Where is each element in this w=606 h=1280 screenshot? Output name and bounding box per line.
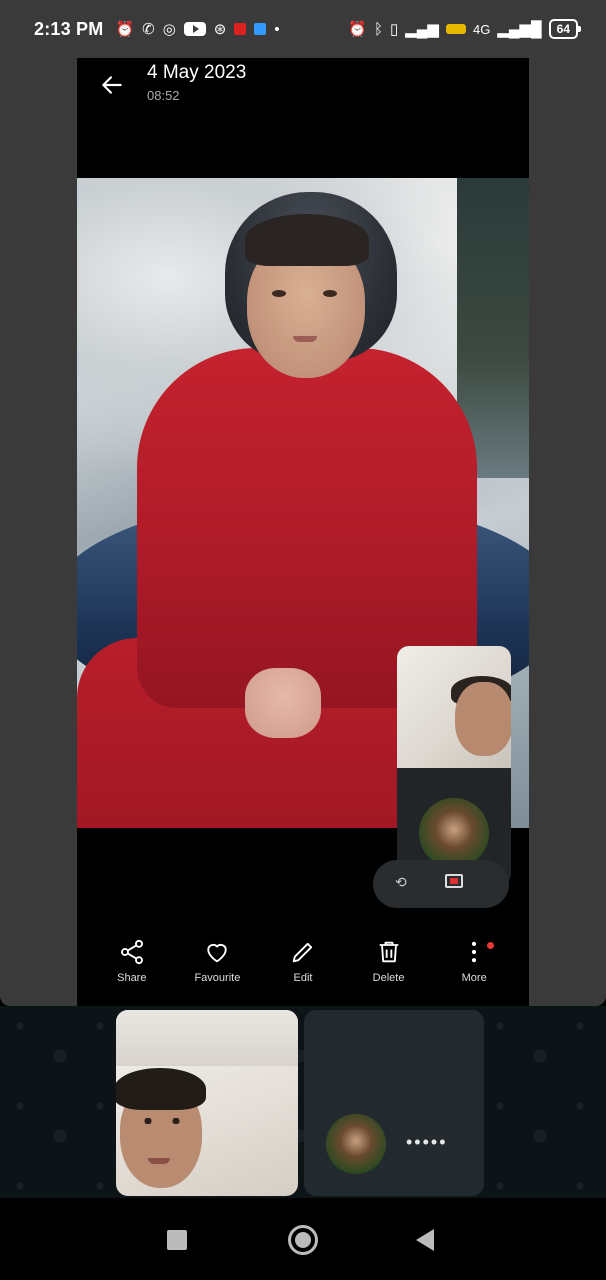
back-arrow-icon[interactable]: [99, 72, 125, 98]
call-pip-window[interactable]: [397, 646, 511, 886]
missed-call-icon: ✆: [142, 20, 155, 38]
connecting-indicator: •••••: [406, 1132, 448, 1152]
gallery-topbar: 4 May 2023 08:52: [77, 58, 529, 138]
status-bar: 2:13 PM ⏰ ✆ ◎ ⊛ • ⏰ ᛒ ▯ ▂▄▆ 4G ▂▄▆█ 64: [0, 0, 606, 58]
cast-pill[interactable]: ⟲: [373, 860, 509, 908]
pip-camera-view: [397, 646, 511, 768]
more-vertical-icon: [472, 941, 477, 963]
gallery-viewer: 4 May 2023 08:52 ⟲ Share Favourite Edit …: [77, 58, 529, 1006]
more-button[interactable]: More: [432, 938, 516, 984]
signal-4g-icon: ▂▄▆█: [497, 20, 542, 38]
trash-icon: [379, 941, 398, 963]
app-icon: ⊛: [213, 20, 227, 38]
photo-time: 08:52: [147, 88, 180, 103]
left-dim-panel: [0, 58, 77, 1006]
photo-date: 4 May 2023: [147, 62, 247, 83]
home-icon[interactable]: [288, 1225, 318, 1255]
remote-avatar: [326, 1114, 386, 1174]
system-icons: ⏰ ᛒ ▯ ▂▄▆ 4G ▂▄▆█ 64: [348, 19, 582, 39]
pip-contact-avatar: [419, 798, 489, 868]
volte-icon: [445, 24, 466, 34]
system-nav-bar: [0, 1198, 606, 1280]
chat-wallpaper: [0, 1006, 606, 1198]
status-time: 2:13 PM: [34, 18, 104, 39]
heart-icon: [207, 943, 228, 963]
back-icon[interactable]: [416, 1229, 434, 1251]
red-app-icon: [234, 23, 247, 35]
right-dim-panel: [529, 58, 606, 1006]
alarm-icon: ⏰: [348, 20, 367, 38]
battery-indicator: 64: [548, 19, 582, 39]
video-call-area: •••••: [0, 1006, 606, 1198]
dot-icon: •: [274, 20, 280, 38]
self-camera-tile[interactable]: [116, 1010, 298, 1196]
favourite-button[interactable]: Favourite: [175, 938, 259, 984]
share-label: Share: [117, 972, 147, 984]
favourite-label: Favourite: [194, 972, 241, 984]
bluetooth-icon: ᛒ: [373, 20, 383, 38]
whatsapp-icon: ◎: [162, 20, 176, 38]
delete-button[interactable]: Delete: [347, 938, 431, 984]
cast-icon: [445, 874, 463, 888]
more-label: More: [461, 972, 487, 984]
pencil-icon: [292, 942, 313, 963]
delete-label: Delete: [372, 972, 405, 984]
youtube-icon: [183, 22, 206, 36]
signal-icon: ▂▄▆: [405, 20, 439, 38]
blue-app-icon: [254, 23, 267, 35]
share-icon: [120, 939, 143, 965]
edit-label: Edit: [293, 972, 313, 984]
cast-indicator-icon: ⟲: [395, 874, 407, 890]
edit-button[interactable]: Edit: [261, 938, 345, 984]
remote-participant-tile[interactable]: •••••: [304, 1010, 484, 1196]
notification-icons: ⏰ ✆ ◎ ⊛ •: [115, 22, 279, 37]
network-type: 4G: [472, 21, 491, 37]
alarm-icon: ⏰: [115, 20, 135, 38]
photo-action-bar: Share Favourite Edit Delete More: [77, 938, 529, 1006]
more-badge: [487, 942, 495, 949]
recents-icon[interactable]: [167, 1230, 187, 1250]
share-button[interactable]: Share: [90, 938, 174, 984]
vibrate-icon: ▯: [390, 20, 399, 38]
